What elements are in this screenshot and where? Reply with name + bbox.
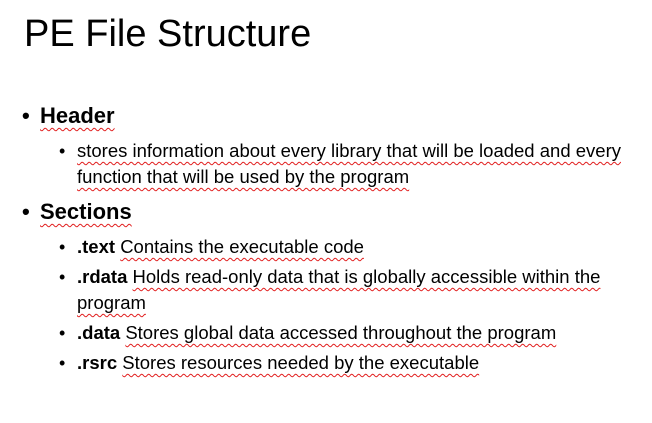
slide: PE File Structure • Header • stores info… <box>0 0 652 423</box>
bullet-dot: • <box>22 103 30 128</box>
list-item-text-section: • .text Contains the executable code <box>59 234 632 260</box>
item-tag: .rdata <box>77 266 133 287</box>
slide-title: PE File Structure <box>24 13 312 55</box>
list-item-header-description: • stores information about every library… <box>59 138 632 190</box>
item-text: Stores resources needed by the executabl… <box>122 352 480 373</box>
bullet-dot: • <box>59 267 66 287</box>
bullet-dot: • <box>22 199 30 224</box>
list-item-data-section: • .data Stores global data accessed thro… <box>59 320 632 346</box>
list-item-rdata-section: • .rdata Holds read-only data that is gl… <box>59 264 632 316</box>
bullet-sections: • Sections <box>22 198 632 226</box>
slide-content: • Header • stores information about ever… <box>22 102 632 380</box>
item-text: Contains the executable code <box>120 236 364 257</box>
item-text: Stores global data accessed throughout t… <box>125 322 557 343</box>
item-text: stores information about every library t… <box>77 140 621 187</box>
item-tag: .text <box>77 236 121 257</box>
bullet-header: • Header <box>22 102 632 130</box>
list-item-rsrc-section: • .rsrc Stores resources needed by the e… <box>59 350 632 376</box>
item-tag: .rsrc <box>77 352 123 373</box>
bullet-dot: • <box>59 141 66 161</box>
section-heading-header: Header <box>40 103 115 128</box>
bullet-dot: • <box>59 353 66 373</box>
item-tag: .data <box>77 322 126 343</box>
bullet-dot: • <box>59 323 66 343</box>
item-text: Holds read-only data that is globally ac… <box>77 266 601 313</box>
bullet-dot: • <box>59 237 66 257</box>
section-heading-sections: Sections <box>40 199 132 224</box>
